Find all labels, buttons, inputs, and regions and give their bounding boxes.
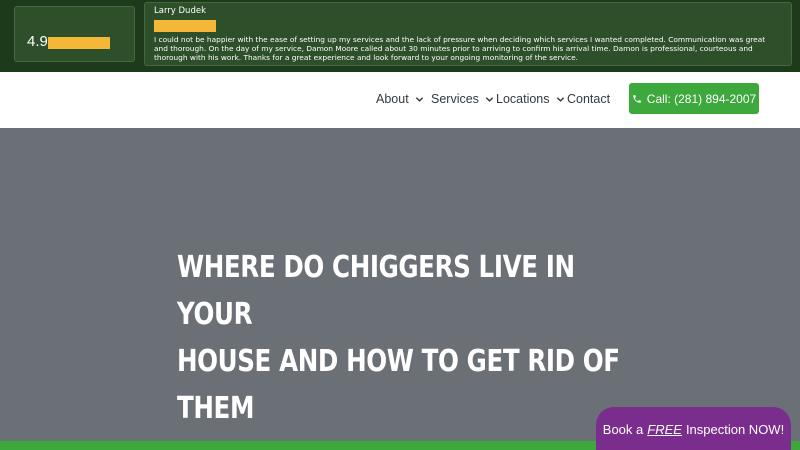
- review-stars-icon: [154, 20, 216, 32]
- page-title-line-2: HOUSE AND HOW TO GET RID OF THEM: [177, 344, 620, 426]
- chevron-down-icon: [485, 96, 494, 102]
- hero-section: WHERE DO CHIGGERS LIVE IN YOUR HOUSE AND…: [0, 128, 800, 442]
- page-title: WHERE DO CHIGGERS LIVE IN YOUR HOUSE AND…: [177, 244, 636, 432]
- rating-value: 4.9: [27, 33, 48, 50]
- nav-item-services[interactable]: Services: [431, 92, 494, 106]
- book-inspection-button[interactable]: Book a FREE Inspection NOW!: [596, 407, 791, 450]
- review-text: I could not be happier with the ease of …: [154, 35, 766, 63]
- nav-item-label: Services: [431, 92, 479, 106]
- book-prefix: Book a: [602, 422, 644, 437]
- nav-item-about[interactable]: About: [376, 92, 424, 106]
- review-bar: 4.9 Larry Dudek I could not be happier w…: [0, 0, 800, 72]
- nav-item-contact[interactable]: Contact: [567, 92, 610, 106]
- page-title-line-1: WHERE DO CHIGGERS LIVE IN YOUR: [177, 250, 575, 332]
- nav-item-locations[interactable]: Locations: [496, 92, 565, 106]
- review-author: Larry Dudek: [154, 6, 206, 16]
- call-button-label: Call: (281) 894-2007: [646, 91, 757, 106]
- nav-item-label: Locations: [496, 92, 550, 106]
- rating-stars-icon: [48, 37, 110, 49]
- review-card[interactable]: Larry Dudek I could not be happier with …: [144, 2, 792, 66]
- call-button[interactable]: Call: (281) 894-2007: [629, 83, 759, 114]
- phone-icon: [633, 94, 641, 103]
- nav-item-label: Contact: [567, 92, 611, 106]
- chevron-down-icon: [415, 96, 423, 102]
- book-suffix: Inspection NOW!: [685, 422, 785, 437]
- book-emphasis: FREE: [647, 422, 682, 437]
- rating-summary[interactable]: 4.9: [14, 6, 135, 62]
- chevron-down-icon: [556, 96, 564, 102]
- nav-item-label: About: [376, 92, 409, 106]
